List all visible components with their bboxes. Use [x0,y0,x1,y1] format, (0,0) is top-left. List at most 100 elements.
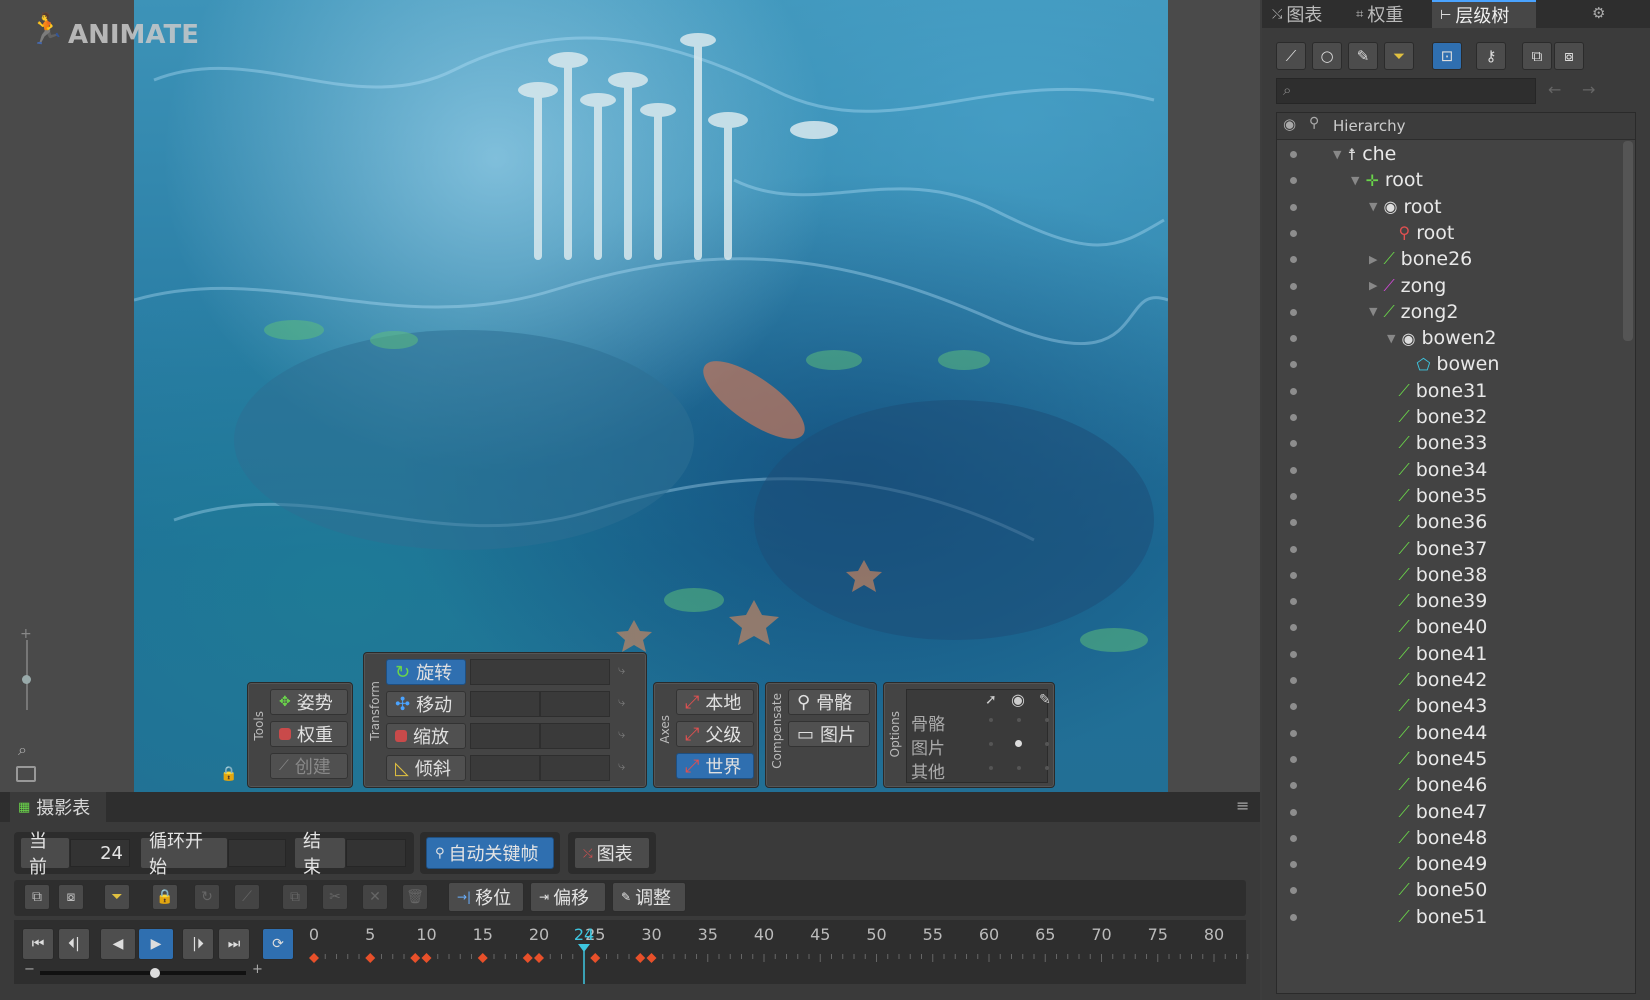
previous-result-icon[interactable]: ← [1548,80,1561,99]
visibility-dot[interactable] [1290,861,1297,869]
local-axis-button[interactable]: ⤢ 本地 [676,689,754,715]
tree-row[interactable]: ⟋ bone40 [1277,614,1625,641]
scale-button[interactable]: 缩放 [386,723,466,749]
visibility-dot[interactable] [1290,361,1297,369]
tree-row[interactable]: ▼ ☨ che [1277,141,1625,168]
compensate-images-button[interactable]: ▭ 图片 [788,721,870,747]
tree-row[interactable]: ▼ ⟋ zong2 [1277,299,1625,326]
go-to-start-icon[interactable]: ⏮ [22,928,54,960]
visibility-dot[interactable] [1290,492,1297,500]
scale-y-field[interactable] [540,723,610,749]
focus-selection-icon[interactable]: ⊡ [1432,42,1462,70]
keyframe-marker[interactable] [534,953,544,963]
next-frame-icon[interactable]: |⏵ [182,928,214,960]
no-expander[interactable] [1387,437,1393,450]
tab-hierarchy[interactable]: ⊢ 层级树 [1432,0,1536,28]
no-expander[interactable] [1387,542,1393,555]
no-expander[interactable] [1387,621,1393,634]
expand-right-icon[interactable]: ▶ [1369,253,1377,266]
option-toggle[interactable] [1045,742,1049,746]
tree-row[interactable]: ⟋ bone32 [1277,404,1625,431]
shear-button[interactable]: ◺ 倾斜 [386,755,466,781]
graph-button[interactable]: ⤯ 图表 [574,837,650,869]
end-frame-field[interactable] [346,839,406,867]
panel-menu-icon[interactable]: ≡ [1236,796,1249,815]
option-toggle[interactable] [989,766,993,770]
shear-y-field[interactable] [540,755,610,781]
create-tool-button[interactable]: ⟋ 创建 [270,753,348,779]
tree-row[interactable]: ⟋ bone35 [1277,483,1625,510]
paste-icon[interactable]: ⧇ [58,884,84,910]
visibility-dot[interactable] [1290,466,1297,474]
speed-slider-thumb[interactable] [150,968,160,978]
shift-button[interactable]: →| 移位 [448,882,524,912]
pencil-icon[interactable]: ✎ [1348,42,1378,70]
tree-node[interactable]: ⟋ bone34 [1387,459,1488,481]
tab-weights[interactable]: ⌗ 权重 [1348,0,1411,28]
fit-view-icon[interactable] [16,766,36,782]
keyframe-marker[interactable] [590,953,601,963]
tree-node[interactable]: ⟋ bone48 [1387,827,1488,849]
expand-down-icon[interactable]: ▼ [1369,200,1377,213]
visibility-dot[interactable] [1290,571,1297,579]
tree-row[interactable]: ▼ ✛ root [1277,167,1625,194]
tree-row[interactable]: ⚲ root [1277,220,1625,247]
visibility-dot[interactable] [1290,545,1297,553]
key-search-icon[interactable]: ⚷ [1476,42,1506,70]
no-expander[interactable] [1387,463,1393,476]
tree-node[interactable]: ▼ ☨ che [1333,143,1396,165]
lock-keys-icon[interactable]: 🔒 [152,884,178,910]
keyframe-marker[interactable] [635,953,646,963]
end-button[interactable]: 结束 [294,831,346,878]
no-expander[interactable] [1387,858,1393,871]
option-toggle-on[interactable] [1015,740,1022,747]
tree-row[interactable]: ⟋ bone48 [1277,825,1625,852]
rotate-value-field[interactable] [470,659,610,685]
tree-row[interactable]: ⟋ bone45 [1277,746,1625,773]
option-toggle[interactable] [989,718,993,722]
tree-node[interactable]: ▼ ⟋ zong2 [1369,301,1458,323]
tree-row[interactable]: ⟋ bone44 [1277,720,1625,747]
tree-node[interactable]: ⟋ bone37 [1387,538,1488,560]
visibility-dot[interactable] [1290,440,1297,448]
option-toggle[interactable] [1045,766,1049,770]
tree-node[interactable]: ▶ ⟋ zong [1369,275,1446,297]
circle-icon[interactable]: ○ [1312,42,1342,70]
visibility-dot[interactable] [1290,151,1297,158]
tree-node[interactable]: ⬠ bowen [1405,353,1500,375]
rotate-button[interactable]: ↻ 旋转 [386,659,466,685]
tree-node[interactable]: ⟋ bone50 [1387,879,1488,901]
tree-node[interactable]: ⟋ bone51 [1387,906,1488,928]
tree-row[interactable]: ⟋ bone51 [1277,904,1625,931]
tree-node[interactable]: ⚲ root [1387,222,1455,244]
tab-dopesheet[interactable]: ▦ 摄影表 [10,792,106,822]
no-expander[interactable] [1387,568,1393,581]
brush-icon[interactable]: ⟋ [1276,42,1306,70]
translate-button[interactable]: ✣ 移动 [386,691,466,717]
expand-down-icon[interactable]: ▼ [1387,332,1395,345]
tree-node[interactable]: ⟋ bone31 [1387,380,1488,402]
visibility-dot[interactable] [1290,782,1297,790]
cut-icon[interactable]: ✂ [322,884,348,910]
parent-axis-button[interactable]: ⤢ 父级 [676,721,754,747]
keyframe-marker[interactable] [410,953,421,963]
no-expander[interactable] [1387,805,1393,818]
tree-row[interactable]: ⟋ bone39 [1277,588,1625,615]
viewport[interactable]: 🏃 ANIMATE + ⌕ 🔒 Tools ✥ 姿势 权重 ⟋ 创建 Transfo… [0,0,1260,792]
keyframe-marker[interactable] [421,953,432,963]
filter-icon[interactable]: ⏷ [104,884,130,910]
tree-node[interactable]: ⟋ bone32 [1387,406,1488,428]
translate-reset-icon[interactable]: ⤷ [618,695,625,710]
current-frame-button[interactable]: 当前 [20,831,70,878]
keyframe-marker[interactable] [365,953,376,963]
tree-node[interactable]: ⟋ bone44 [1387,722,1488,744]
loop-keys-icon[interactable]: ↻ [194,884,220,910]
no-expander[interactable] [1387,910,1393,923]
no-expander[interactable] [1387,700,1393,713]
tree-row[interactable]: ⟋ bone34 [1277,457,1625,484]
no-expander[interactable] [1387,674,1393,687]
tree-row[interactable]: ⟋ bone41 [1277,641,1625,668]
tree-node[interactable]: ▼ ✛ root [1351,169,1423,191]
tree-row[interactable]: ⟋ bone47 [1277,799,1625,826]
no-expander[interactable] [1387,489,1393,502]
